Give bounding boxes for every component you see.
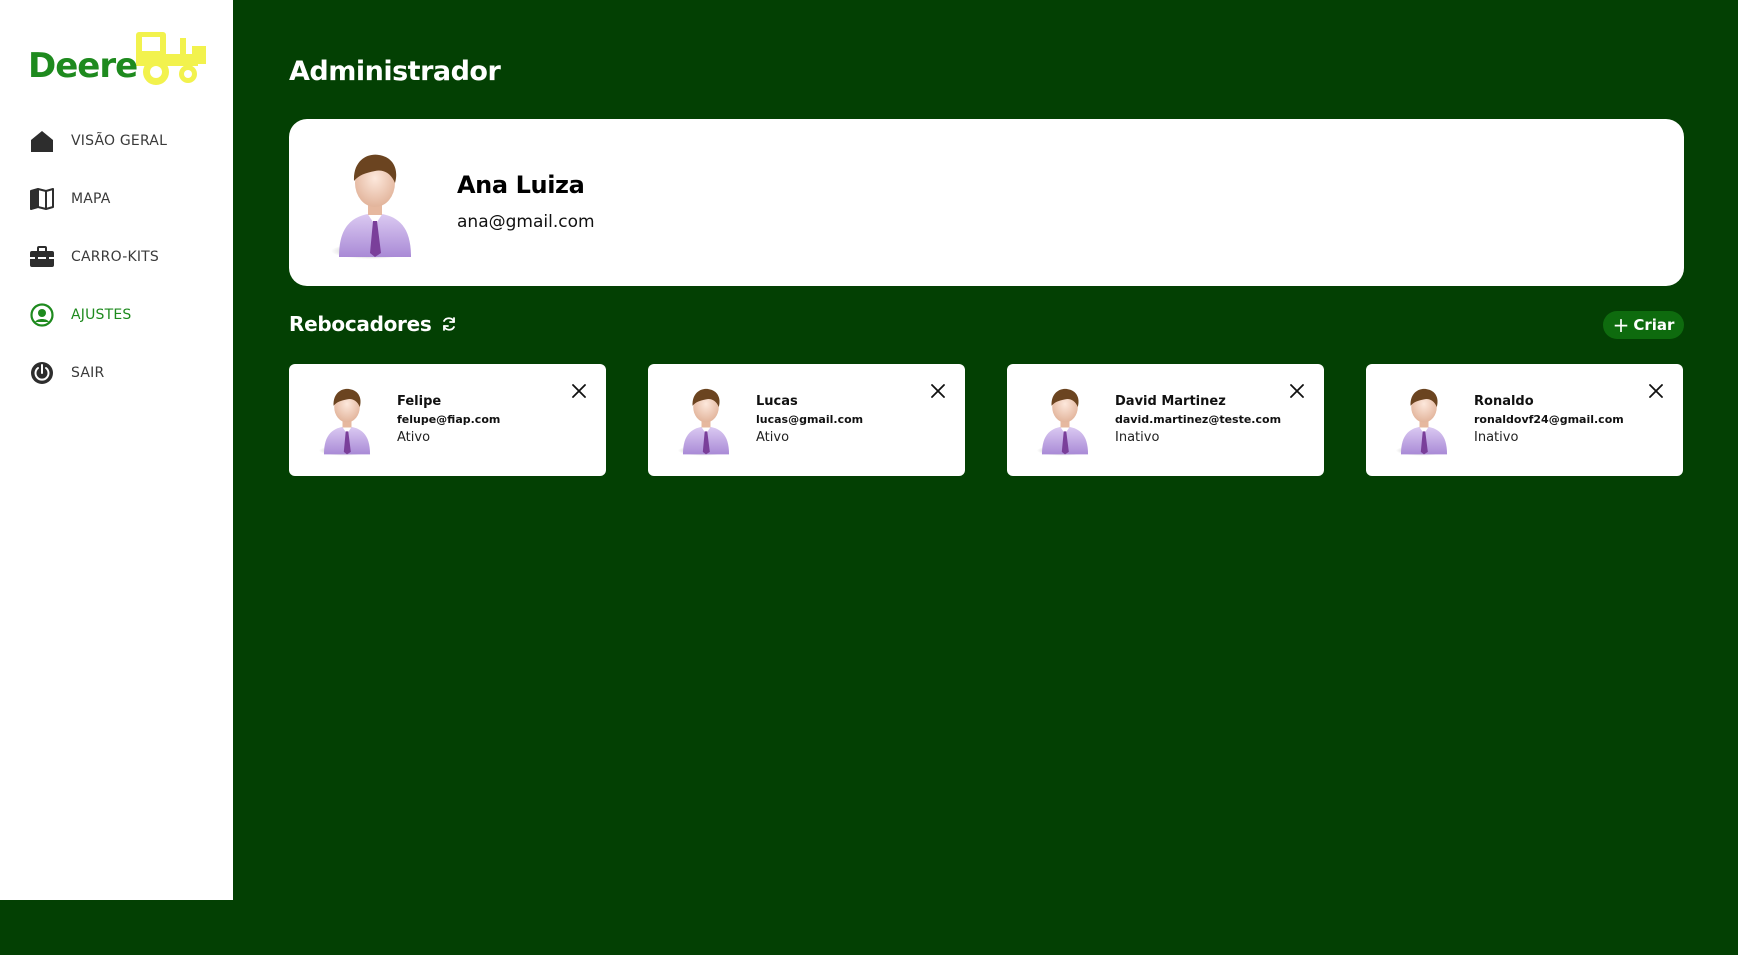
tow-truck-name: Ronaldo <box>1474 394 1534 409</box>
tow-truck-card: Lucas lucas@gmail.com Ativo <box>648 364 965 476</box>
map-icon <box>29 186 55 212</box>
refresh-icon[interactable] <box>441 316 457 332</box>
page-title: Administrador <box>289 56 501 87</box>
close-icon[interactable] <box>1649 384 1663 398</box>
tow-truck-status: Inativo <box>1474 430 1519 445</box>
sidebar: Deere VISÃO GERAL MAPA CARRO-KITS AJUSTE… <box>0 0 233 900</box>
profile-email: ana@gmail.com <box>457 212 595 232</box>
sidebar-item-ajustes[interactable]: AJUSTES <box>0 286 233 344</box>
sidebar-item-label: MAPA <box>71 191 111 207</box>
sidebar-item-visao-geral[interactable]: VISÃO GERAL <box>0 112 233 170</box>
tow-truck-email: felupe@fiap.com <box>397 413 501 426</box>
tow-truck-email: david.martinez@teste.com <box>1115 413 1282 426</box>
sidebar-item-carro-kits[interactable]: CARRO-KITS <box>0 228 233 286</box>
toolbox-icon <box>29 244 55 270</box>
profile-name: Ana Luiza <box>457 171 585 199</box>
deerego-logo[interactable]: Deere <box>28 28 206 86</box>
user-circle-icon <box>29 302 55 328</box>
power-icon <box>29 360 55 386</box>
section-title-text: Rebocadores <box>289 312 432 336</box>
profile-card: Ana Luiza ana@gmail.com <box>289 119 1684 286</box>
tow-truck-status: Ativo <box>397 430 431 445</box>
tow-truck-email: ronaldovf24@gmail.com <box>1474 413 1624 426</box>
tow-truck-email: lucas@gmail.com <box>756 413 864 426</box>
close-icon[interactable] <box>1290 384 1304 398</box>
logo-text: Deere <box>28 46 138 86</box>
avatar <box>315 382 379 457</box>
avatar <box>325 145 425 260</box>
sidebar-nav: VISÃO GERAL MAPA CARRO-KITS AJUSTES SAIR <box>0 112 233 402</box>
tow-truck-name: David Martinez <box>1115 394 1226 409</box>
avatar <box>1392 382 1456 457</box>
sidebar-item-mapa[interactable]: MAPA <box>0 170 233 228</box>
sidebar-item-label: VISÃO GERAL <box>71 133 168 149</box>
tow-truck-card: Felipe felupe@fiap.com Ativo <box>289 364 606 476</box>
avatar <box>1033 382 1097 457</box>
tow-truck-name: Felipe <box>397 394 442 409</box>
tow-truck-card: Ronaldo ronaldovf24@gmail.com Inativo <box>1366 364 1683 476</box>
sidebar-item-sair[interactable]: SAIR <box>0 344 233 402</box>
tow-truck-status: Inativo <box>1115 430 1160 445</box>
create-button-label: Criar <box>1633 316 1675 334</box>
avatar <box>674 382 738 457</box>
close-icon[interactable] <box>931 384 945 398</box>
sidebar-item-label: CARRO-KITS <box>71 249 160 265</box>
sidebar-item-label: SAIR <box>71 365 105 381</box>
tow-truck-name: Lucas <box>756 394 798 409</box>
close-icon[interactable] <box>572 384 586 398</box>
tow-truck-card: David Martinez david.martinez@teste.com … <box>1007 364 1324 476</box>
plus-icon: + <box>1612 313 1630 337</box>
create-button[interactable]: + Criar <box>1603 311 1684 339</box>
tractor-logo-icon <box>136 32 206 85</box>
sidebar-item-label: AJUSTES <box>71 307 132 323</box>
section-title: Rebocadores <box>289 312 457 336</box>
tow-truck-status: Ativo <box>756 430 790 445</box>
home-icon <box>29 128 55 154</box>
